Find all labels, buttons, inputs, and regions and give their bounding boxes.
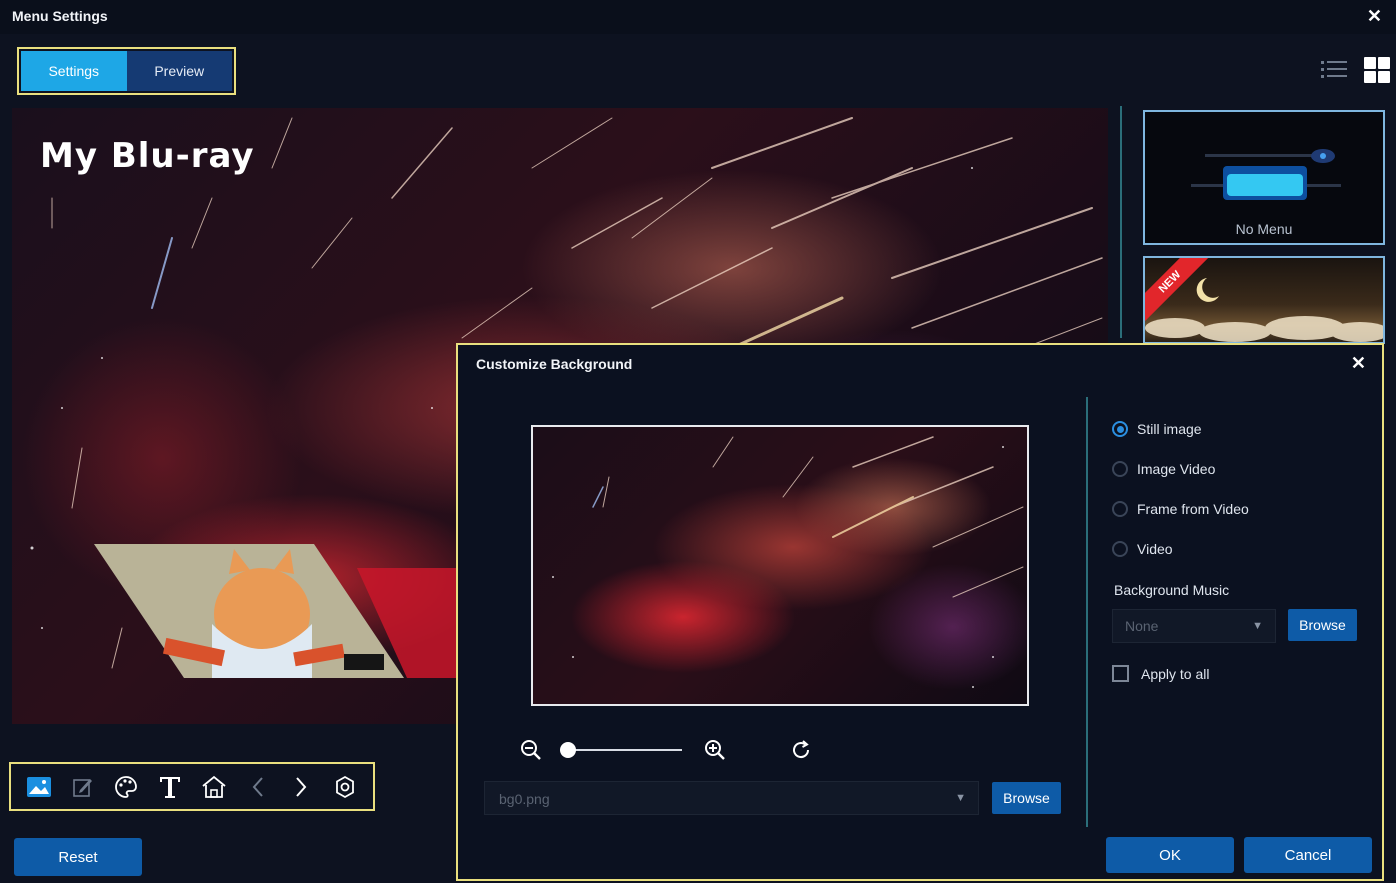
background-image: [552, 436, 1024, 688]
chevron-down-icon: ▼: [1252, 620, 1263, 632]
image-file-value: bg0.png: [499, 791, 550, 807]
radio-button[interactable]: [1112, 541, 1128, 557]
apply-to-all-label: Apply to all: [1141, 665, 1210, 682]
radio-button[interactable]: [1112, 461, 1128, 477]
ok-button[interactable]: OK: [1106, 837, 1234, 873]
radio-label: Video: [1137, 541, 1173, 557]
zoom-slider-handle[interactable]: [560, 742, 576, 758]
list-view-icon[interactable]: [1320, 56, 1348, 84]
background-image-icon[interactable]: [24, 772, 54, 802]
palette-icon[interactable]: [111, 772, 141, 802]
background-music-select[interactable]: None ▼: [1112, 609, 1276, 643]
text-icon[interactable]: [155, 772, 185, 802]
radio-button[interactable]: [1112, 501, 1128, 517]
close-icon[interactable]: ✕: [1367, 6, 1382, 27]
background-preview: [531, 425, 1029, 706]
apply-to-all-option[interactable]: Apply to all: [1112, 665, 1209, 682]
reset-button[interactable]: Reset: [14, 838, 142, 876]
chapter-thumbnail[interactable]: [94, 544, 414, 678]
cancel-button[interactable]: Cancel: [1244, 837, 1372, 873]
zoom-out-icon[interactable]: [518, 737, 544, 763]
previous-icon[interactable]: [243, 772, 273, 802]
grid-view-icon[interactable]: [1362, 56, 1392, 84]
background-music-label: Background Music: [1114, 582, 1230, 598]
no-menu-label: No Menu: [1235, 221, 1293, 237]
dialog-title: Customize Background: [476, 356, 633, 372]
zoom-slider-track[interactable]: [568, 749, 682, 751]
tab-settings[interactable]: Settings: [21, 51, 127, 91]
radio-image-video[interactable]: Image Video: [1112, 461, 1215, 477]
edit-icon[interactable]: [68, 772, 98, 802]
apply-to-all-checkbox[interactable]: [1112, 665, 1129, 682]
dialog-close-icon[interactable]: ✕: [1351, 353, 1366, 374]
window-title: Menu Settings: [12, 8, 108, 24]
radio-label: Image Video: [1137, 461, 1216, 477]
zoom-in-icon[interactable]: [702, 737, 728, 763]
radio-button[interactable]: [1112, 421, 1128, 437]
title-bar: Menu Settings ✕: [0, 0, 1396, 34]
radio-video[interactable]: Video: [1112, 541, 1173, 557]
image-browse-button[interactable]: Browse: [992, 782, 1061, 814]
radio-still-image[interactable]: Still image: [1112, 421, 1202, 437]
template-no-menu[interactable]: No Menu: [1143, 110, 1385, 245]
home-icon[interactable]: [199, 772, 229, 802]
radio-label: Frame from Video: [1137, 501, 1249, 517]
chevron-down-icon: ▼: [955, 792, 966, 804]
mode-tabs: Settings Preview: [17, 47, 236, 95]
rotate-icon[interactable]: [788, 737, 814, 763]
zoom-controls: [518, 737, 818, 763]
panel-divider: [1120, 106, 1122, 338]
template-new[interactable]: NEW: [1143, 256, 1385, 344]
tab-preview[interactable]: Preview: [126, 51, 232, 91]
music-value: None: [1125, 618, 1159, 634]
radio-frame-from-video[interactable]: Frame from Video: [1112, 501, 1249, 517]
music-browse-button[interactable]: Browse: [1288, 609, 1357, 641]
no-menu-illustration: [1191, 149, 1341, 200]
radio-label: Still image: [1137, 421, 1202, 437]
dialog-divider: [1086, 397, 1088, 827]
settings-icon[interactable]: [330, 772, 360, 802]
menu-title[interactable]: My Blu-ray: [40, 136, 255, 176]
menu-toolbar: [9, 762, 375, 811]
next-icon[interactable]: [286, 772, 316, 802]
customize-background-dialog: Customize Background ✕ bg0.png ▼ Browse …: [456, 343, 1384, 881]
image-file-select[interactable]: bg0.png ▼: [484, 781, 979, 815]
